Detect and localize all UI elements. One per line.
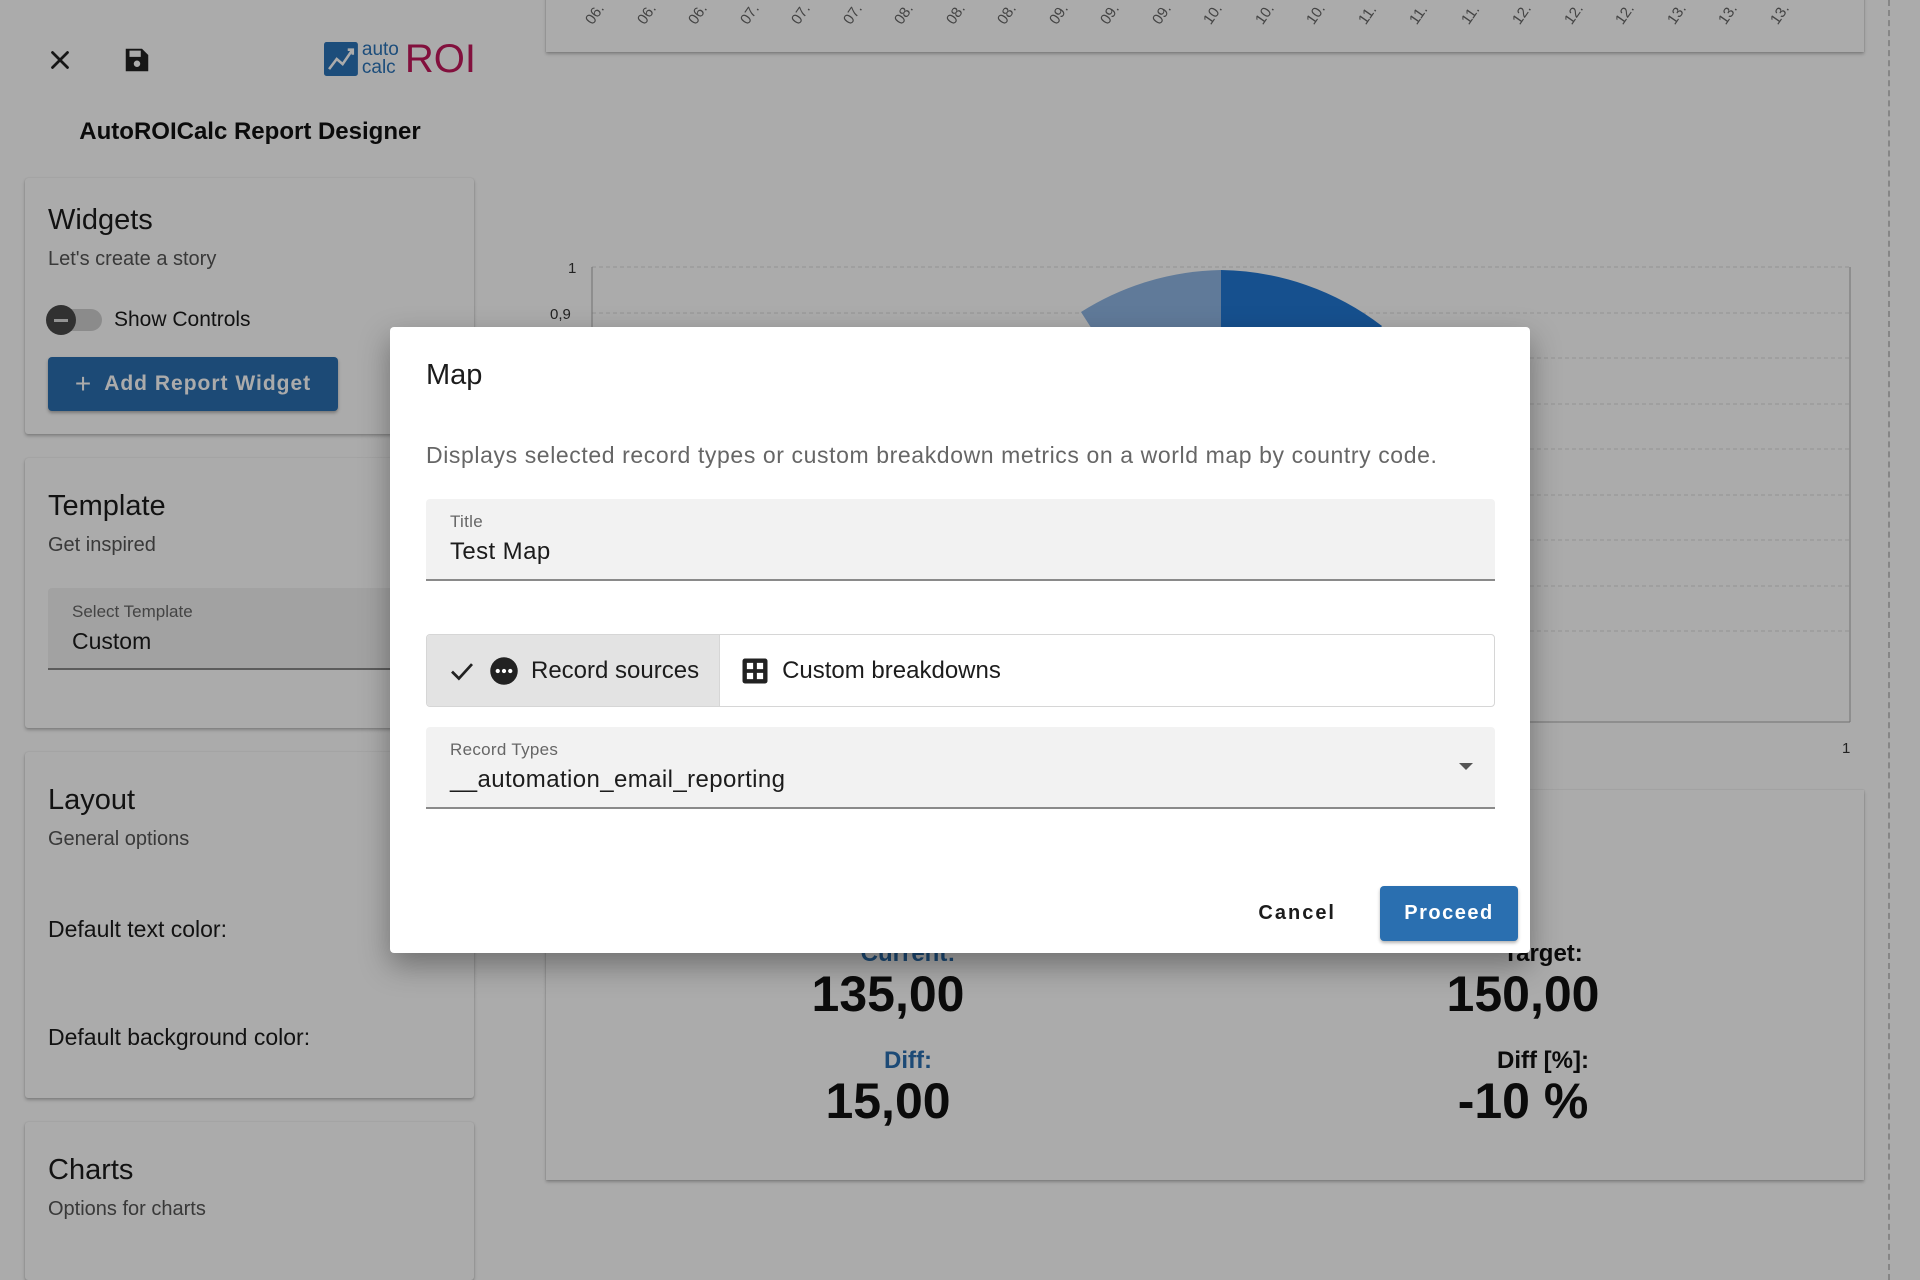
dropdown-arrow-icon[interactable]: [1459, 763, 1473, 770]
dialog-actions: Cancel Proceed: [1234, 886, 1518, 941]
record-sources-label: Record sources: [531, 656, 700, 684]
map-widget-dialog: Map Displays selected record types or cu…: [390, 327, 1530, 953]
record-types-label: Record Types: [450, 740, 559, 759]
source-toggle-group: Record sources Custom breakdowns: [426, 634, 1495, 707]
record-sources-toggle[interactable]: Record sources: [427, 635, 721, 706]
record-types-value: __automation_email_reporting: [450, 766, 786, 793]
dialog-title: Map: [426, 359, 483, 391]
title-field-label: Title: [450, 512, 483, 531]
record-types-select[interactable]: Record Types __automation_email_reportin…: [426, 727, 1495, 809]
dialog-description: Displays selected record types or custom…: [426, 442, 1438, 468]
proceed-button[interactable]: Proceed: [1380, 886, 1518, 941]
report-designer-app: auto calc ROI AutoROICalc Report Designe…: [0, 0, 1920, 1280]
check-icon: [451, 662, 474, 680]
grid-icon: [742, 658, 768, 683]
custom-breakdowns-label: Custom breakdowns: [782, 656, 1001, 684]
more-horiz-circle-icon: [490, 656, 518, 685]
cancel-button[interactable]: Cancel: [1234, 888, 1360, 939]
custom-breakdowns-toggle[interactable]: Custom breakdowns: [720, 635, 1021, 706]
title-field-value[interactable]: Test Map: [450, 538, 551, 566]
title-field[interactable]: Title Test Map: [426, 499, 1495, 581]
